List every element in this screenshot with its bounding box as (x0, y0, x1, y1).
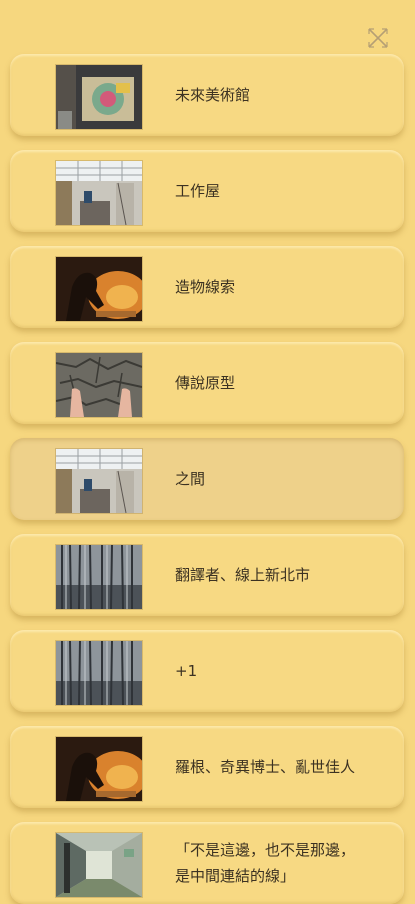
feet-cracked-earth-thumbnail-image (56, 353, 142, 417)
menu-item-label: 傳說原型 (175, 374, 236, 392)
menu-item-label: 翻譯者、線上新北市 (175, 566, 311, 584)
workshop-thumbnail-image (56, 161, 142, 225)
menu-item-label: 工作屋 (175, 182, 221, 200)
menu-item-label: 未來美術館 (175, 86, 251, 104)
menu-item-4[interactable]: 之間 (10, 438, 404, 520)
corridor-thumbnail-image (56, 833, 142, 897)
menu-item-label: +1 (175, 662, 198, 680)
menu-item-label: 羅根、奇異博士、亂世佳人 (175, 758, 356, 776)
forest-thumbnail-image (56, 545, 142, 609)
thumbnail (56, 65, 142, 129)
close-button[interactable] (366, 26, 390, 50)
thumbnail (56, 257, 142, 321)
menu-item-7[interactable]: 羅根、奇異博士、亂世佳人 (10, 726, 404, 808)
menu-item-label: 之間 (175, 470, 206, 488)
thumbnail (56, 737, 142, 801)
thumbnail (56, 449, 142, 513)
menu-item-3[interactable]: 傳說原型 (10, 342, 404, 424)
thumbnail (56, 545, 142, 609)
menu-item-label: 造物線索 (175, 278, 236, 296)
close-icon (368, 28, 388, 48)
thumbnail (56, 641, 142, 705)
figure-fire-thumbnail-image (56, 737, 142, 801)
menu-item-1[interactable]: 工作屋 (10, 150, 404, 232)
gallery-wall-thumbnail-image (56, 65, 142, 129)
menu-item-2[interactable]: 造物線索 (10, 246, 404, 328)
workshop-thumbnail-image (56, 449, 142, 513)
thumbnail (56, 161, 142, 225)
thumbnail (56, 353, 142, 417)
menu-item-0[interactable]: 未來美術館 (10, 54, 404, 136)
forest-thumbnail-image (56, 641, 142, 705)
menu-item-8[interactable]: 「不是這邊，也不是那邊， 是中間連結的線」 (10, 822, 404, 904)
menu-item-5[interactable]: 翻譯者、線上新北市 (10, 534, 404, 616)
menu-item-6[interactable]: +1 (10, 630, 404, 712)
menu-item-label: 「不是這邊，也不是那邊， 是中間連結的線」 (175, 841, 356, 885)
thumbnail (56, 833, 142, 897)
figure-fire-thumbnail-image (56, 257, 142, 321)
